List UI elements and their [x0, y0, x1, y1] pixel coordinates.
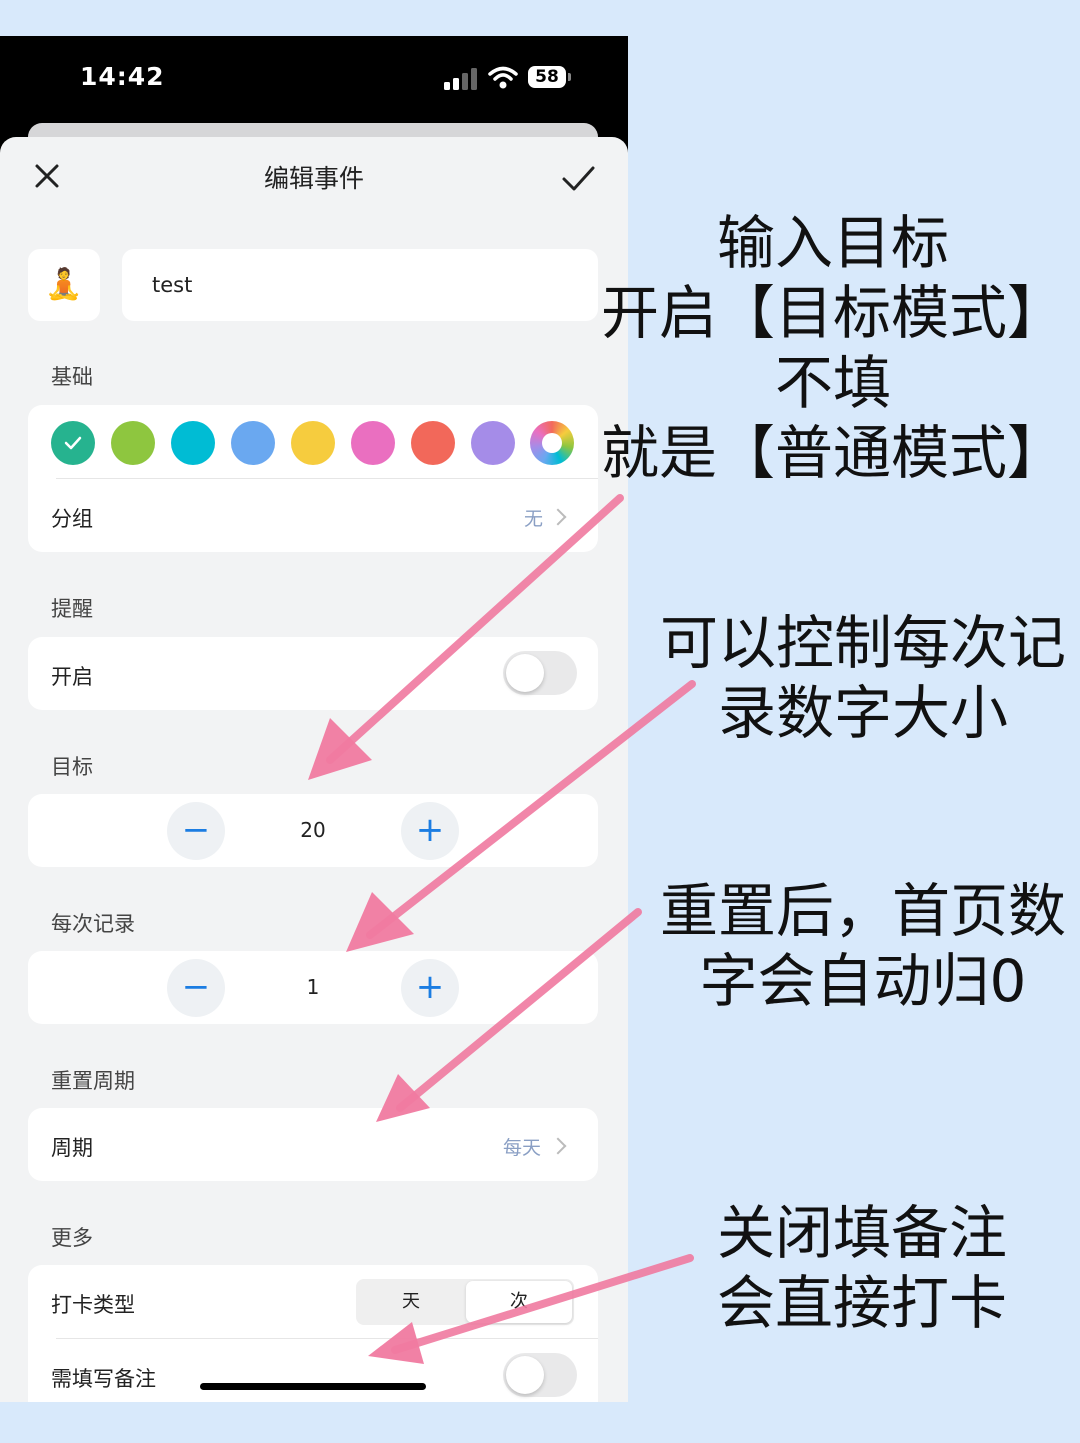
goal-value: 20: [300, 818, 326, 842]
period-label: 周期: [51, 1136, 93, 1160]
color-swatch[interactable]: [471, 421, 515, 465]
checkmark-icon: [64, 436, 82, 450]
segment-day[interactable]: 天: [358, 1281, 464, 1323]
section-label-more: 更多: [51, 1226, 93, 1250]
divider: [56, 1338, 598, 1339]
chevron-right-icon: [549, 1137, 567, 1155]
per-record-decrement-button[interactable]: −: [167, 959, 225, 1017]
reminder-card: 开启: [28, 637, 598, 710]
signal-icon: [444, 68, 477, 90]
goal-increment-button[interactable]: +: [401, 802, 459, 860]
note-required-label: 需填写备注: [51, 1367, 156, 1391]
chevron-right-icon: [549, 508, 567, 526]
nav-bar: 编辑事件: [0, 137, 628, 219]
section-label-per-record: 每次记录: [51, 912, 135, 936]
emoji-picker-button[interactable]: 🧘: [28, 249, 100, 321]
section-label-basics: 基础: [51, 365, 93, 389]
note-required-toggle[interactable]: [503, 1353, 577, 1397]
color-swatch[interactable]: [291, 421, 335, 465]
annotation-goal: 输入目标 开启【目标模式】 不填 就是【普通模式】: [600, 209, 1065, 487]
color-swatch[interactable]: [171, 421, 215, 465]
custom-color-swatch[interactable]: [530, 421, 574, 465]
event-name-input[interactable]: [122, 249, 598, 321]
annotation-note: 关闭填备注 会直接打卡: [716, 1199, 1007, 1337]
edit-event-sheet: 编辑事件 🧘 基础 分组 无 提醒 开启 目标 −: [0, 137, 628, 1402]
page-title: 编辑事件: [263, 164, 364, 193]
group-label: 分组: [51, 507, 93, 531]
status-time: 14:42: [80, 62, 165, 91]
goal-card: − 20 +: [28, 794, 598, 867]
battery-level: 58: [528, 66, 566, 88]
battery-icon: 58: [528, 66, 572, 90]
checkin-type-segmented-control[interactable]: 天 次: [356, 1279, 574, 1325]
checkin-type-label: 打卡类型: [51, 1293, 135, 1317]
reminder-toggle-label: 开启: [51, 665, 93, 689]
section-label-reset: 重置周期: [51, 1069, 135, 1093]
more-card: 打卡类型 天 次 需填写备注: [28, 1265, 598, 1402]
goal-decrement-button[interactable]: −: [167, 802, 225, 860]
checkmark-icon[interactable]: [560, 161, 596, 195]
home-indicator: [200, 1383, 426, 1390]
section-label-goal: 目标: [51, 755, 93, 779]
basics-card: 分组 无: [28, 405, 598, 552]
annotation-reset: 重置后，首页数 字会自动归0: [659, 877, 1066, 1015]
color-swatch[interactable]: [111, 421, 155, 465]
group-value[interactable]: 无: [524, 504, 543, 531]
annotation-per-record: 可以控制每次记 录数字大小: [659, 609, 1066, 747]
period-value[interactable]: 每天: [503, 1133, 541, 1160]
color-swatch[interactable]: [231, 421, 275, 465]
color-swatch[interactable]: [351, 421, 395, 465]
color-swatch[interactable]: [411, 421, 455, 465]
per-record-value: 1: [306, 975, 320, 999]
per-record-increment-button[interactable]: +: [401, 959, 459, 1017]
segment-count[interactable]: 次: [466, 1281, 572, 1323]
per-record-card: − 1 +: [28, 951, 598, 1024]
wifi-icon: [488, 66, 518, 89]
reminder-toggle[interactable]: [503, 651, 577, 695]
phone-screen: 14:42 58 编辑事件 🧘 test 基础 分组 无 提醒 开启 目标 − …: [0, 36, 628, 1402]
color-swatch-selected[interactable]: [51, 421, 95, 465]
section-label-reminder: 提醒: [51, 597, 93, 621]
reset-card: 周期 每天: [28, 1108, 598, 1181]
divider: [56, 478, 598, 479]
